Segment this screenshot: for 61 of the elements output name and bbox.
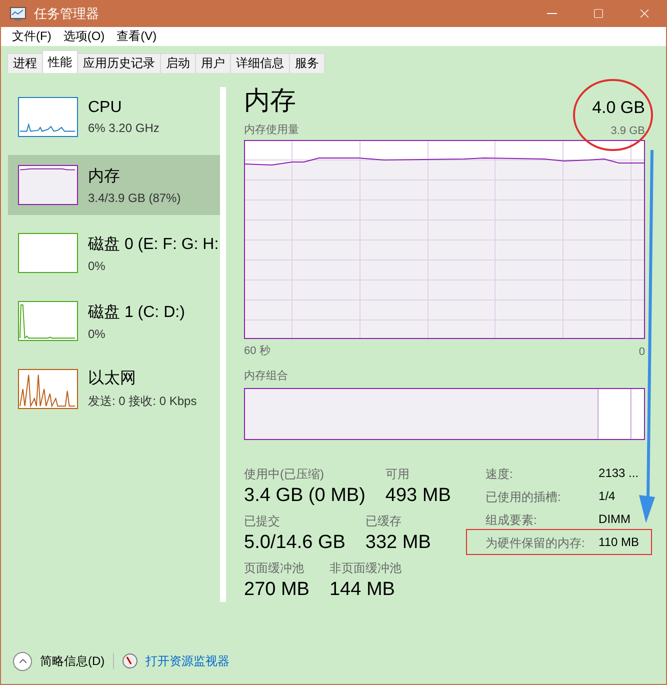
detail-label: 已使用的插槽: [486, 489, 562, 506]
item-title: 磁盘 1 (C: D:) [88, 302, 185, 322]
total-memory: 4.0 GB [592, 98, 645, 118]
stat-label: 非页面缓冲池 [329, 560, 402, 577]
sidebar-item[interactable]: 以太网 发送: 0 接收: 0 Kbps [8, 359, 220, 419]
axis-label: 60 秒 [244, 344, 270, 358]
tab[interactable]: 用户 [195, 53, 231, 73]
collapse-icon[interactable] [13, 652, 32, 670]
minimize-icon [547, 13, 557, 14]
section-label: 内存组合 [244, 369, 288, 383]
summary-button[interactable]: 简略信息(D) [40, 652, 105, 670]
detail-value: 1/4 [598, 489, 616, 505]
menu-item[interactable]: 查看(V) [116, 28, 157, 45]
sidebar-item[interactable]: CPU 6% 3.20 GHz [8, 87, 220, 147]
chart-label: 内存使用量 [244, 123, 299, 137]
item-subtitle: 6% 3.20 GHz [88, 121, 160, 135]
panel-title: 内存 [244, 84, 296, 117]
tab[interactable]: 服务 [289, 53, 325, 73]
item-subtitle: 3.4/3.9 GB (87%) [88, 190, 181, 204]
stat-label: 使用中(已压缩) [244, 466, 325, 483]
sidebar-item[interactable]: 磁盘 1 (C: D:) 0% [8, 291, 220, 351]
menu-item[interactable]: 文件(F) [12, 28, 52, 45]
detail-label: 为硬件保留的内存: [486, 535, 586, 552]
tab[interactable]: 启动 [160, 53, 196, 73]
maximize-icon [592, 8, 604, 19]
stat-value: 3.4 GB (0 MB) [244, 485, 366, 507]
menu-item[interactable]: 选项(O) [63, 28, 105, 45]
window-title: 任务管理器 [34, 4, 100, 22]
item-title: 磁盘 0 (E: F: G: H: [88, 234, 219, 254]
tab[interactable]: 性能 [42, 50, 78, 73]
detail-value: 110 MB [598, 535, 639, 551]
item-title: CPU [88, 99, 123, 117]
axis-label: 0 [638, 346, 645, 358]
tab[interactable]: 应用历史记录 [77, 53, 161, 73]
detail-label: 速度: [486, 466, 514, 483]
scrollbar[interactable] [220, 87, 226, 602]
chart-max: 3.9 GB [610, 125, 645, 137]
detail-label: 组成要素: [486, 512, 538, 529]
sidebar-item[interactable]: 磁盘 0 (E: F: G: H: 0% [8, 223, 220, 283]
stat-label: 已提交 [244, 513, 281, 530]
stat-value: 493 MB [385, 485, 451, 507]
item-subtitle: 0% [88, 258, 106, 272]
stat-label: 页面缓冲池 [244, 560, 305, 577]
item-subtitle: 发送: 0 接收: 0 Kbps [88, 393, 197, 410]
resource-monitor-link[interactable]: 打开资源监视器 [146, 652, 230, 670]
stat-value: 332 MB [365, 532, 431, 554]
stat-value: 5.0/14.6 GB [244, 532, 346, 554]
detail-value: 2133 ... [598, 466, 639, 482]
stat-value: 144 MB [329, 579, 396, 601]
item-subtitle: 0% [88, 326, 106, 340]
app-icon [10, 6, 26, 20]
sidebar-item[interactable]: 内存 3.4/3.9 GB (87%) [8, 155, 220, 215]
item-title: 以太网 [88, 368, 137, 389]
stat-label: 可用 [385, 466, 410, 483]
item-title: 内存 [88, 166, 121, 186]
tab[interactable]: 进程 [7, 53, 43, 73]
stat-label: 已缓存 [365, 513, 402, 530]
tab[interactable]: 详细信息 [230, 53, 290, 73]
stat-value: 270 MB [244, 579, 310, 601]
detail-value: DIMM [598, 512, 632, 528]
gauge-icon [122, 653, 138, 669]
